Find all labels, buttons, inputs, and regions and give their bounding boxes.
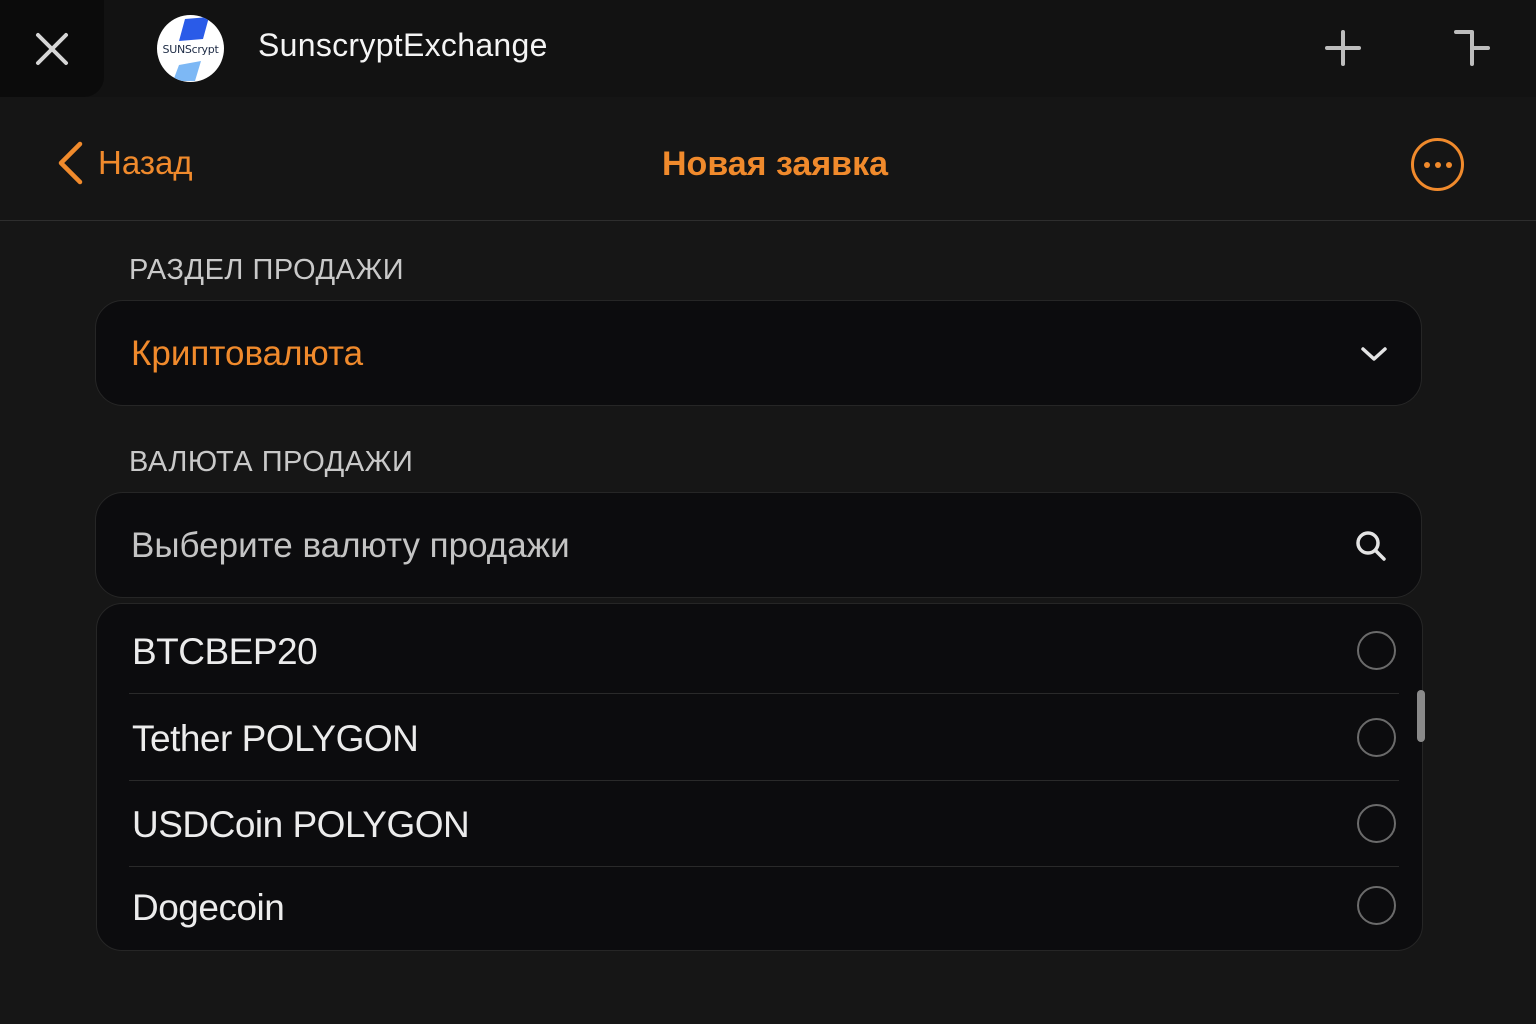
collapse-icon [1454, 30, 1490, 66]
chevron-left-icon [58, 141, 83, 185]
currency-search-input[interactable]: Выберите валюту продажи [131, 526, 570, 566]
navigation-header: Новая заявка Назад [0, 97, 1536, 221]
currency-search-field[interactable]: Выберите валюту продажи [95, 492, 1422, 598]
currency-list-item[interactable]: Dogecoin [97, 867, 1422, 950]
currency-list-item[interactable]: Tether POLYGON [97, 694, 1422, 780]
currency-label: USDCoin POLYGON [132, 804, 470, 845]
back-button[interactable]: Назад [56, 141, 193, 185]
sale-section-label: РАЗДЕЛ ПРОДАЖИ [129, 254, 405, 286]
sale-section-select[interactable]: Криптовалюта [95, 300, 1422, 406]
currency-list-item[interactable]: USDCoin POLYGON [97, 781, 1422, 866]
currency-list-item[interactable]: BTCBEP20 [97, 604, 1422, 693]
app-title: SunscryptExchange [258, 27, 548, 63]
chevron-down-icon [1354, 334, 1394, 374]
more-options-button[interactable] [1411, 138, 1464, 191]
page-title: Новая заявка [662, 145, 888, 183]
currency-radio[interactable] [1357, 804, 1396, 843]
add-button[interactable] [1321, 26, 1365, 70]
plus-icon [1325, 30, 1361, 66]
currency-label: BTCBEP20 [132, 631, 318, 672]
currency-section-label: ВАЛЮТА ПРОДАЖИ [129, 446, 414, 478]
sale-section-value: Криптовалюта [131, 334, 364, 373]
currency-label: Tether POLYGON [132, 718, 419, 759]
back-label: Назад [98, 144, 193, 181]
currency-list: BTCBEP20 Tether POLYGON USDCoin POLYGON … [96, 603, 1423, 951]
logo-text: SUNScrypt [162, 43, 219, 56]
currency-label: Dogecoin [132, 887, 285, 928]
currency-radio[interactable] [1357, 886, 1396, 925]
app-top-bar: SUNScrypt SunscryptExchange [0, 0, 1536, 97]
collapse-button[interactable] [1450, 26, 1494, 70]
currency-radio[interactable] [1357, 718, 1396, 757]
app-logo: SUNScrypt [157, 15, 224, 82]
close-button[interactable] [0, 0, 104, 97]
currency-radio[interactable] [1357, 631, 1396, 670]
list-scrollbar[interactable] [1417, 690, 1425, 742]
ellipsis-icon [1423, 161, 1452, 168]
search-icon[interactable] [1351, 526, 1391, 566]
close-icon [36, 32, 68, 65]
